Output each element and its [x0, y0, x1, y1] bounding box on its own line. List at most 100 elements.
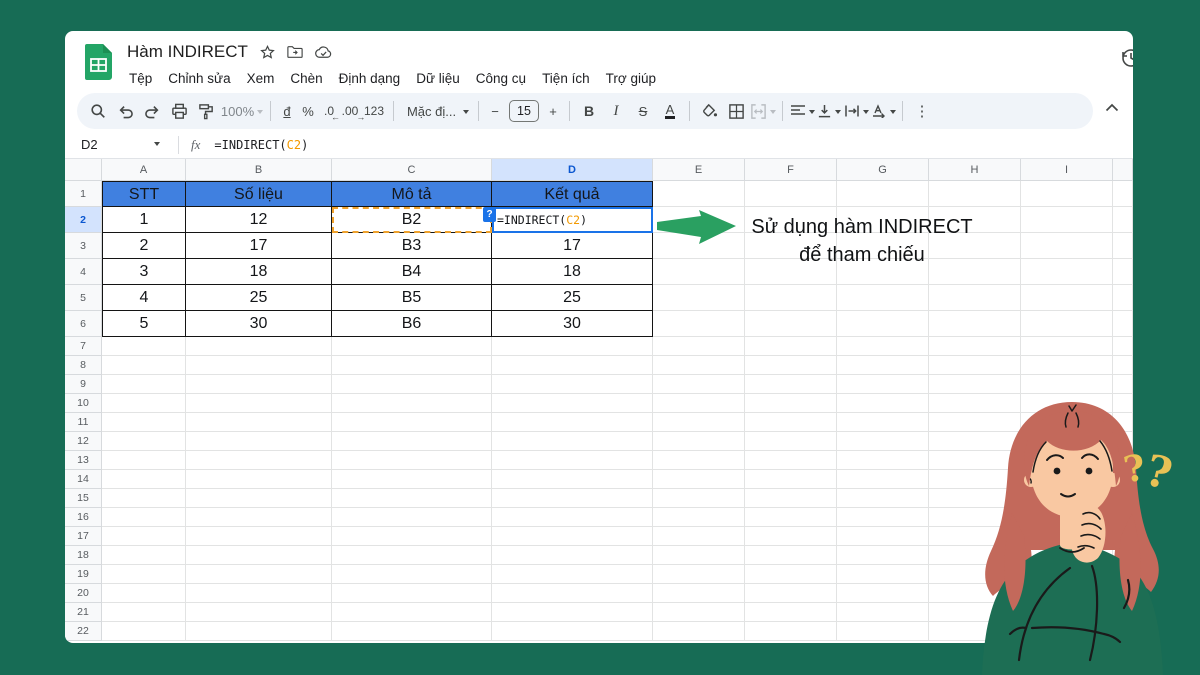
cell-B4[interactable]: 18: [186, 259, 332, 285]
cell-I3[interactable]: [1021, 233, 1113, 259]
cell-D13[interactable]: [492, 451, 653, 470]
cell-C16[interactable]: [332, 508, 492, 527]
row-header-19[interactable]: 19: [65, 565, 102, 584]
row-header-15[interactable]: 15: [65, 489, 102, 508]
cell-F7[interactable]: [745, 337, 837, 356]
cell-A13[interactable]: [102, 451, 186, 470]
row-header-18[interactable]: 18: [65, 546, 102, 565]
menu-item-công-cụ[interactable]: Công cụ: [468, 68, 534, 89]
cell-F15[interactable]: [745, 489, 837, 508]
column-header-c[interactable]: C: [332, 159, 492, 181]
row-header-1[interactable]: 1: [65, 181, 102, 207]
cell-I2[interactable]: [1021, 207, 1113, 233]
cell-C5[interactable]: B5: [332, 285, 492, 311]
cell-J1[interactable]: [1113, 181, 1133, 207]
cell-B3[interactable]: 17: [186, 233, 332, 259]
star-icon[interactable]: [260, 45, 275, 60]
cell-D2[interactable]: ?=INDIRECT(C2): [492, 207, 653, 233]
row-header-21[interactable]: 21: [65, 603, 102, 622]
more-formats-button[interactable]: 123: [361, 98, 387, 124]
cell-I1[interactable]: [1021, 181, 1113, 207]
cell-B13[interactable]: [186, 451, 332, 470]
cell-D5[interactable]: 25: [492, 285, 653, 311]
cell-A17[interactable]: [102, 527, 186, 546]
column-header-e[interactable]: E: [653, 159, 745, 181]
cell-C7[interactable]: [332, 337, 492, 356]
cell-A10[interactable]: [102, 394, 186, 413]
cell-E22[interactable]: [653, 622, 745, 641]
cell-B16[interactable]: [186, 508, 332, 527]
cell-A14[interactable]: [102, 470, 186, 489]
cell-C8[interactable]: [332, 356, 492, 375]
cell-G7[interactable]: [837, 337, 929, 356]
cell-D6[interactable]: 30: [492, 311, 653, 337]
cell-E20[interactable]: [653, 584, 745, 603]
cell-G16[interactable]: [837, 508, 929, 527]
cell-F12[interactable]: [745, 432, 837, 451]
text-rotation-icon[interactable]: [870, 98, 896, 124]
cell-I5[interactable]: [1021, 285, 1113, 311]
cell-G5[interactable]: [837, 285, 929, 311]
cell-F11[interactable]: [745, 413, 837, 432]
cell-A16[interactable]: [102, 508, 186, 527]
cloud-status-icon[interactable]: [315, 46, 332, 59]
cell-C20[interactable]: [332, 584, 492, 603]
cell-A22[interactable]: [102, 622, 186, 641]
cell-E13[interactable]: [653, 451, 745, 470]
cell-F9[interactable]: [745, 375, 837, 394]
cell-G1[interactable]: [837, 181, 929, 207]
menu-item-định-dạng[interactable]: Định dạng: [331, 68, 409, 89]
search-icon[interactable]: [85, 98, 111, 124]
row-header-2[interactable]: 2: [65, 207, 102, 233]
cell-G22[interactable]: [837, 622, 929, 641]
cell-E5[interactable]: [653, 285, 745, 311]
column-header-d[interactable]: D: [492, 159, 653, 181]
cell-E8[interactable]: [653, 356, 745, 375]
cell-J7[interactable]: [1113, 337, 1133, 356]
cell-J6[interactable]: [1113, 311, 1133, 337]
strikethrough-button[interactable]: S: [630, 98, 656, 124]
cell-B2[interactable]: 12: [186, 207, 332, 233]
cell-E15[interactable]: [653, 489, 745, 508]
row-header-20[interactable]: 20: [65, 584, 102, 603]
column-header-partial[interactable]: [1113, 159, 1133, 181]
cell-C22[interactable]: [332, 622, 492, 641]
version-history-icon[interactable]: [1120, 47, 1133, 69]
cell-A12[interactable]: [102, 432, 186, 451]
decrease-decimal-button[interactable]: .0←: [319, 98, 339, 124]
italic-button[interactable]: I: [603, 98, 629, 124]
row-header-13[interactable]: 13: [65, 451, 102, 470]
cell-G10[interactable]: [837, 394, 929, 413]
cell-C12[interactable]: [332, 432, 492, 451]
cell-H5[interactable]: [929, 285, 1021, 311]
cell-A1[interactable]: STT: [102, 181, 186, 207]
cell-D7[interactable]: [492, 337, 653, 356]
cell-C14[interactable]: [332, 470, 492, 489]
cell-A21[interactable]: [102, 603, 186, 622]
increase-decimal-button[interactable]: .00→: [340, 98, 360, 124]
percent-format-button[interactable]: %: [298, 98, 318, 124]
cell-F8[interactable]: [745, 356, 837, 375]
cell-D18[interactable]: [492, 546, 653, 565]
corner-cell[interactable]: [65, 159, 102, 181]
decrease-font-size-button[interactable]: −: [485, 98, 505, 124]
cell-F10[interactable]: [745, 394, 837, 413]
cell-B6[interactable]: 30: [186, 311, 332, 337]
cell-C1[interactable]: Mô tả: [332, 181, 492, 207]
cell-E10[interactable]: [653, 394, 745, 413]
cell-F19[interactable]: [745, 565, 837, 584]
cell-F17[interactable]: [745, 527, 837, 546]
cell-A8[interactable]: [102, 356, 186, 375]
column-header-i[interactable]: I: [1021, 159, 1113, 181]
menu-item-chèn[interactable]: Chèn: [282, 68, 330, 89]
cell-F1[interactable]: [745, 181, 837, 207]
cell-E12[interactable]: [653, 432, 745, 451]
cell-E14[interactable]: [653, 470, 745, 489]
cell-J4[interactable]: [1113, 259, 1133, 285]
cell-B5[interactable]: 25: [186, 285, 332, 311]
text-color-button[interactable]: A: [657, 98, 683, 124]
cell-C9[interactable]: [332, 375, 492, 394]
cell-B7[interactable]: [186, 337, 332, 356]
cell-C21[interactable]: [332, 603, 492, 622]
formula-help-badge[interactable]: ?: [483, 207, 496, 222]
